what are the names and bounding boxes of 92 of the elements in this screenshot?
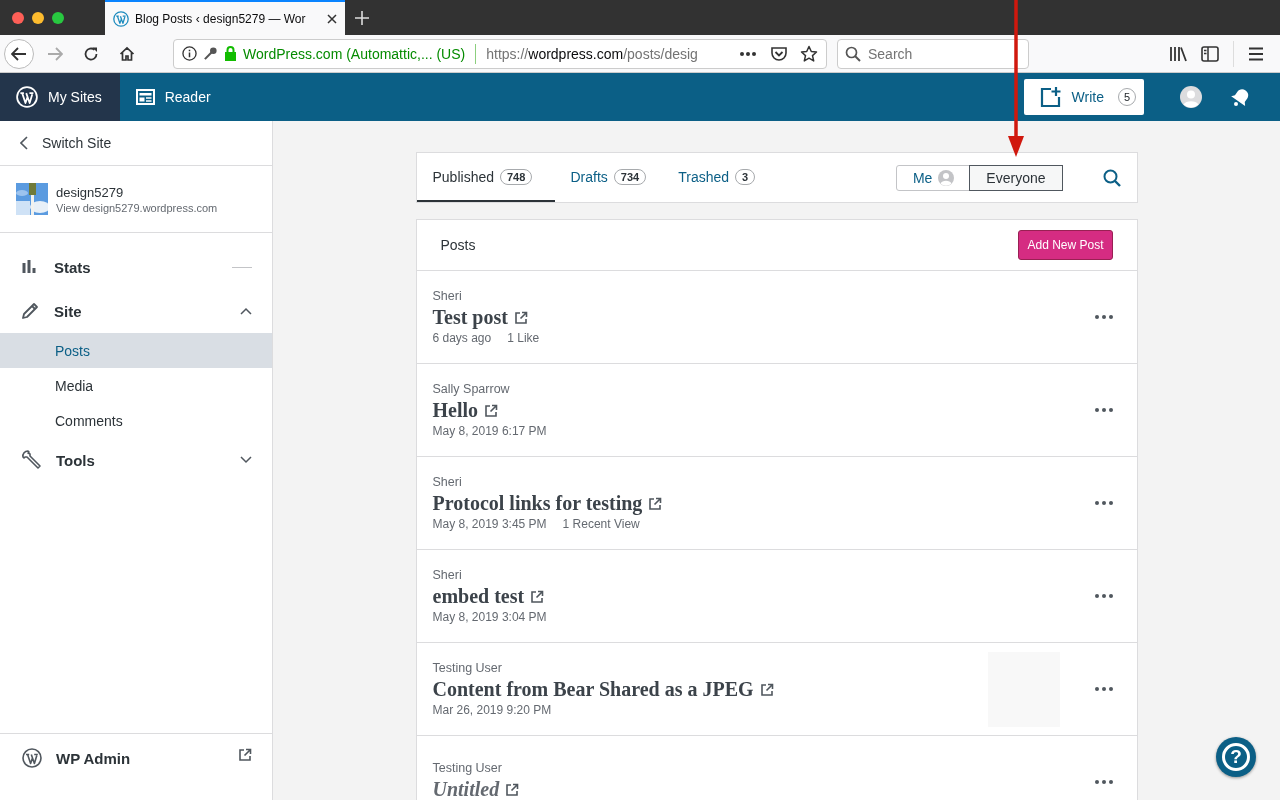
- new-post-icon: [1039, 87, 1062, 107]
- external-link-icon: [484, 403, 499, 418]
- post-title[interactable]: Content from Bear Shared as a JPEG: [432, 678, 754, 701]
- back-button[interactable]: [4, 38, 34, 69]
- chevron-left-icon: [20, 136, 28, 150]
- status-tab[interactable]: Published 748: [416, 153, 555, 202]
- post-author: Sheri: [432, 568, 463, 582]
- site-card[interactable]: design5279 View design5279.wordpress.com: [0, 166, 272, 233]
- search-icon[interactable]: [1102, 168, 1121, 187]
- sidebar-toggle-icon[interactable]: [1201, 45, 1219, 62]
- avatar-icon[interactable]: [1180, 86, 1202, 108]
- star-icon[interactable]: [800, 44, 818, 63]
- masterbar-tab[interactable]: Reader: [119, 73, 229, 121]
- post-author: Sheri: [432, 475, 463, 489]
- site-identity[interactable]: WordPress.com (Automattic,... (US): [243, 45, 466, 62]
- wp-admin-link[interactable]: WP Admin: [0, 733, 272, 800]
- write-button[interactable]: Write 5: [1023, 79, 1144, 115]
- key-icon: [203, 46, 218, 61]
- post-row[interactable]: Sheri Protocol links for testing May 8, 2019 3:45 PM 1 Recent View: [415, 457, 1138, 550]
- post-author: Sally Sparrow: [432, 382, 511, 396]
- wrench-icon: [20, 449, 42, 471]
- post-title[interactable]: Protocol links for testing: [432, 492, 643, 515]
- external-link-icon: [530, 589, 545, 604]
- post-title[interactable]: Hello: [432, 399, 479, 422]
- post-stats: 1 Like: [507, 331, 540, 345]
- status-tab[interactable]: Trashed 3: [662, 153, 772, 202]
- home-icon: [119, 45, 135, 62]
- post-author: Testing User: [432, 661, 503, 675]
- sidebar-item[interactable]: Tools: [0, 438, 272, 482]
- switch-site-link[interactable]: Switch Site: [0, 121, 272, 166]
- avatar-icon: [938, 169, 955, 186]
- new-tab-icon[interactable]: [355, 10, 369, 25]
- pencil-icon: [20, 301, 40, 321]
- wordpress-logo-icon: [16, 86, 38, 108]
- post-author: Testing User: [432, 761, 503, 775]
- post-row[interactable]: Sheri embed test May 8, 2019 3:04 PM: [415, 550, 1138, 643]
- forward-arrow-icon: [47, 46, 63, 61]
- back-arrow-icon: [11, 46, 27, 61]
- close-icon[interactable]: [327, 13, 337, 24]
- wordpress-favicon-icon: [113, 10, 129, 27]
- post-date: 6 days ago: [432, 331, 492, 345]
- post-row[interactable]: Testing User Untitled: [415, 736, 1138, 800]
- library-icon[interactable]: [1169, 45, 1187, 62]
- post-row[interactable]: Sheri Test post 6 days ago 1 Like: [415, 271, 1138, 364]
- post-date: May 8, 2019 6:17 PM: [432, 424, 547, 438]
- browser-tab[interactable]: Blog Posts ‹ design5279 — Wor: [105, 0, 345, 35]
- author-filter-option[interactable]: Everyone: [970, 165, 1062, 190]
- post-author: Sheri: [432, 289, 463, 303]
- minimize-window-button[interactable]: [32, 11, 44, 24]
- external-link-icon: [759, 682, 774, 697]
- author-filter-option[interactable]: Me: [896, 165, 971, 190]
- search-icon: [845, 45, 861, 62]
- search-field[interactable]: Search: [837, 38, 1029, 69]
- sidebar-subitem[interactable]: Comments: [0, 403, 272, 438]
- masterbar-tab[interactable]: My Sites: [0, 73, 120, 121]
- section-title: Posts: [440, 237, 476, 253]
- post-date: May 8, 2019 3:45 PM: [432, 517, 547, 531]
- post-date: May 8, 2019 3:04 PM: [432, 610, 547, 624]
- external-link-icon: [648, 496, 663, 511]
- post-title[interactable]: Test post: [432, 306, 508, 329]
- external-link-icon: [505, 782, 520, 797]
- help-button[interactable]: ?: [1216, 737, 1256, 777]
- external-link-icon: [513, 310, 528, 325]
- zoom-window-button[interactable]: [52, 11, 64, 24]
- reader-icon: [135, 89, 155, 105]
- wordpress-logo-icon: [22, 748, 42, 768]
- url-text[interactable]: https://wordpress.com/posts/desig: [486, 45, 734, 62]
- add-new-post-button[interactable]: Add New Post: [1018, 230, 1113, 260]
- post-row[interactable]: Sally Sparrow Hello May 8, 2019 6:17 PM: [415, 364, 1138, 457]
- sidebar-subitem[interactable]: Posts: [0, 333, 272, 368]
- post-title[interactable]: embed test: [432, 585, 525, 608]
- status-tab[interactable]: Drafts 734: [554, 153, 663, 202]
- post-row[interactable]: Testing User Content from Bear Shared as a JPEG Mar 26, 2019 9:20 PM: [415, 643, 1138, 736]
- post-title[interactable]: Untitled: [432, 778, 500, 800]
- site-url[interactable]: View design5279.wordpress.com: [56, 201, 218, 214]
- external-link-icon: [238, 748, 252, 762]
- post-date: Mar 26, 2019 9:20 PM: [432, 703, 552, 717]
- info-icon[interactable]: [182, 46, 197, 61]
- site-name: design5279: [56, 184, 125, 200]
- sidebar-subitem[interactable]: Media: [0, 368, 272, 403]
- pocket-icon[interactable]: [770, 45, 788, 62]
- more-actions-icon[interactable]: [740, 51, 756, 56]
- sidebar-item[interactable]: Stats: [0, 245, 272, 289]
- post-stats: 1 Recent View: [562, 517, 640, 531]
- menu-icon[interactable]: [1248, 46, 1264, 61]
- reload-icon: [83, 45, 99, 62]
- lock-icon: [224, 46, 237, 61]
- sidebar-item[interactable]: Site: [0, 289, 272, 333]
- close-window-button[interactable]: [12, 11, 24, 24]
- chevron-down-icon[interactable]: [240, 456, 252, 464]
- chevron-up-icon[interactable]: [240, 307, 252, 315]
- address-bar[interactable]: WordPress.com (Automattic,... (US) https://wordpress.com/posts/desig: [173, 38, 827, 69]
